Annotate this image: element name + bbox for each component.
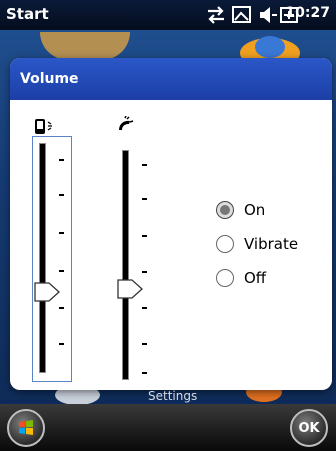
ringer-icon (119, 116, 134, 130)
radio-button[interactable] (216, 235, 234, 253)
ringer-volume-thumb[interactable] (116, 278, 144, 300)
tick (142, 372, 147, 374)
tick (142, 164, 147, 166)
windows-start-button[interactable] (7, 409, 45, 447)
radio-off[interactable]: Off (216, 267, 266, 289)
settings-label: Settings (148, 389, 198, 403)
volume-dialog: Volume On Vibrate Off (10, 58, 332, 390)
radio-label: Off (244, 269, 267, 287)
radio-button[interactable] (216, 269, 234, 287)
tick (142, 307, 147, 309)
speaker-icon[interactable] (257, 5, 279, 25)
ok-button[interactable]: OK (290, 409, 328, 447)
phone-device-icon (35, 119, 52, 134)
connectivity-icon[interactable] (205, 5, 227, 25)
tick (59, 232, 64, 234)
messaging-icon[interactable] (231, 5, 253, 25)
tick (142, 343, 147, 345)
background-tile-icon (40, 32, 130, 60)
ringer-volume-slider[interactable] (114, 150, 154, 386)
start-title[interactable]: Start (6, 5, 49, 23)
background-tile-icon (255, 36, 285, 58)
radio-label: On (244, 201, 266, 219)
device-volume-slider[interactable] (32, 136, 72, 382)
tick (142, 198, 147, 200)
radio-on[interactable]: On (216, 199, 265, 221)
bottom-bar: OK (0, 404, 336, 451)
radio-label: Vibrate (244, 235, 299, 253)
tick (142, 271, 147, 273)
tick (59, 159, 64, 161)
device-volume-track[interactable] (39, 143, 46, 373)
tick (59, 194, 64, 196)
dialog-header: Volume (10, 58, 332, 100)
radio-button-selected[interactable] (216, 201, 234, 219)
tick (59, 270, 64, 272)
ok-label: OK (298, 420, 320, 436)
radio-vibrate[interactable]: Vibrate (216, 233, 298, 255)
windows-start-icon (19, 420, 33, 435)
dialog-title: Volume (20, 71, 79, 87)
tick (59, 343, 64, 345)
tick (59, 307, 64, 309)
clock[interactable]: 10:27 (285, 5, 330, 21)
device-volume-thumb[interactable] (33, 281, 61, 303)
status-bar: Start 10:27 (0, 0, 336, 30)
tick (142, 235, 147, 237)
ringer-volume-track[interactable] (122, 150, 129, 380)
